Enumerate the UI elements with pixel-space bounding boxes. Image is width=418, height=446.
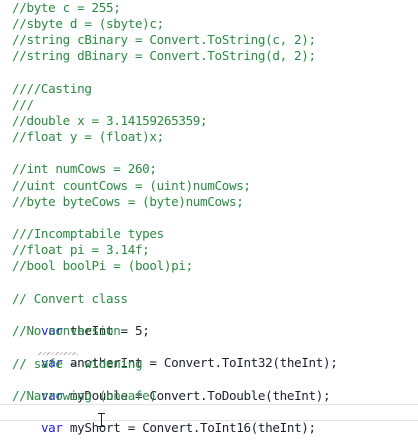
code-line-9[interactable]: //float y = (float)x;	[12, 129, 164, 145]
code-line-23[interactable]: // safe - widening	[12, 356, 143, 372]
code-line-15[interactable]: ///Incomptabile types	[12, 226, 164, 242]
code-line-2[interactable]: //sbyte d = (sbyte)c;	[12, 16, 164, 32]
code-line-24[interactable]: var myDouble = Convert.ToDouble(theInt);	[12, 372, 331, 403]
code-line-16[interactable]: //float pi = 3.14f;	[12, 242, 150, 258]
code-line-8[interactable]: //double x = 3.14159265359;	[12, 113, 208, 129]
code-line-11[interactable]: //int numCows = 260;	[12, 161, 157, 177]
code-line-13[interactable]: //byte byteCows = (byte)numCows;	[12, 194, 244, 210]
code-line-20[interactable]: var theInt = 5;	[12, 307, 150, 338]
code-line-1[interactable]: //byte c = 255;	[12, 0, 121, 16]
code-line-6[interactable]: ////Casting	[12, 81, 92, 97]
keyword-var: var	[40, 420, 63, 435]
code-line-7[interactable]: ///	[12, 97, 34, 113]
code-line-4[interactable]: //string dBinary = Convert.ToString(d, 2…	[12, 48, 316, 64]
statement-rest: = Convert.ToInt32(theInt);	[142, 355, 338, 370]
code-line-26[interactable]: var myShort = Convert.ToInt16(theInt);	[12, 404, 316, 435]
code-editor[interactable]: //byte c = 255; //sbyte d = (sbyte)c; //…	[0, 0, 418, 446]
code-line-25[interactable]: //Narrowing (unsafe)	[12, 388, 157, 404]
statement-rest: = Convert.ToInt16(theInt);	[120, 420, 316, 435]
i-beam-cursor-icon	[98, 413, 105, 427]
code-line-12[interactable]: //uint countCows = (uint)numCows;	[12, 178, 251, 194]
code-line-17[interactable]: //bool boolPi = (bool)pi;	[12, 258, 193, 274]
unused-variable-squiggle	[38, 352, 78, 355]
code-line-19[interactable]: // Convert class	[12, 291, 128, 307]
statement-rest: = Convert.ToDouble(theInt);	[127, 388, 331, 403]
code-line-3[interactable]: //string cBinary = Convert.ToString(c, 2…	[12, 32, 316, 48]
code-line-21[interactable]: //No conversion	[12, 323, 121, 339]
